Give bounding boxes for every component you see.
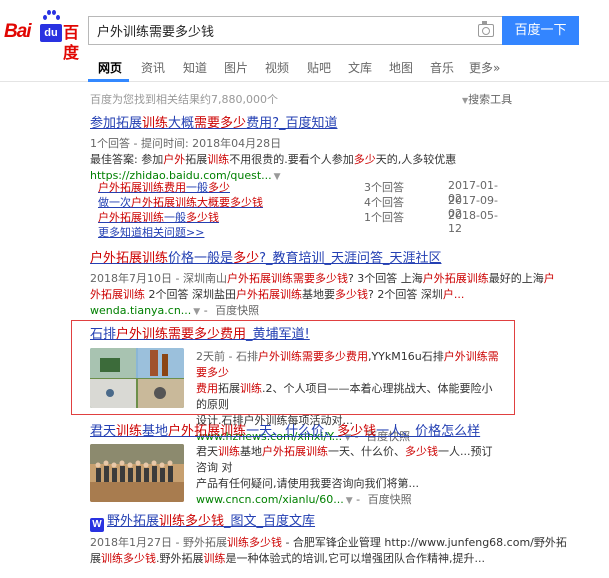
- tab-images[interactable]: 图片: [224, 59, 248, 76]
- search-button[interactable]: 百度一下: [502, 16, 579, 45]
- result-4-snippet-2: 产品有任何疑问,请使用我要咨询向我们将第...: [196, 477, 419, 490]
- result-4-url[interactable]: www.cncn.com/xianlu/60... ▼ - 百度快照: [196, 492, 501, 509]
- result-4-thumbnail[interactable]: [90, 444, 184, 502]
- tab-tieba[interactable]: 贴吧: [307, 59, 331, 76]
- result-5-snippet-2: 展训练多少钱.野外拓展训练是一种体验式的培训,它可以增强团队合作精神,提升...: [90, 552, 485, 565]
- result-3-snippet-1: 2天前 - 石排户外训练需要多少费用,YYkM16u石排户外训练需要多少: [196, 350, 499, 379]
- qa-list: 户外拓展训练费用一般多少 3个回答 2017-01-02 做一次户外拓展训练大概…: [98, 179, 508, 240]
- search-tools[interactable]: ▼搜索工具: [462, 91, 512, 107]
- result-2-snippet-1: 2018年7月10日 - 深圳南山户外拓展训练需要多少钱? 3个回答 上海户外拓…: [90, 272, 555, 285]
- result-3-snippet-2: 费用拓展训练.2、个人项目——本着心理挑战大、体能要险小的原则: [196, 382, 493, 411]
- snapshot-link[interactable]: 百度快照: [368, 493, 412, 506]
- tab-news[interactable]: 资讯: [141, 59, 165, 76]
- result-1-meta: 1个回答 - 提问时间: 2018年04月28日: [90, 137, 282, 150]
- qa-question[interactable]: 户外拓展训练费用一般多少: [98, 179, 230, 195]
- qa-answer-count: 3个回答: [364, 181, 404, 194]
- result-4-title[interactable]: 君天训练基地户外拓展训练一天、什么价、多少钱一人、价格怎么样: [90, 423, 480, 441]
- camera-icon[interactable]: [478, 21, 494, 37]
- tab-map[interactable]: 地图: [389, 59, 413, 76]
- logo-du: du: [40, 24, 62, 42]
- header: Bai du 百度 百度一下: [0, 0, 609, 62]
- result-5-snippet-1: 2018年1月27日 - 野外拓展训练多少钱 - 合肥军锋企业管理 http:/…: [90, 536, 567, 549]
- baidu-logo[interactable]: Bai du 百度: [4, 10, 86, 62]
- result-2-title[interactable]: 户外拓展训练价格一般是多少?_教育培训_天涯问答_天涯社区: [90, 250, 555, 268]
- dropdown-arrow-icon[interactable]: ▼: [346, 496, 353, 506]
- tab-video[interactable]: 视频: [265, 59, 289, 76]
- qa-row: 户外拓展训练费用一般多少 3个回答 2017-01-02: [98, 179, 508, 205]
- qa-date: 2018-05-12: [448, 209, 498, 235]
- result-1: 参加拓展训练大概需要多少费用?_百度知道 1个回答 - 提问时间: 2018年0…: [90, 115, 456, 185]
- search-input[interactable]: [89, 17, 469, 44]
- result-3: 石排户外训练需要多少费用_黄埔军道!: [90, 326, 310, 344]
- nav-tabs: 网页 资讯 知道 图片 视频 贴吧 文库 地图 音乐 更多»: [0, 52, 609, 82]
- search-box: [88, 16, 502, 45]
- result-4-body: 君天训练基地户外拓展训练一天、什么价、多少钱一人...预订咨询 对 产品有任何疑…: [196, 444, 501, 509]
- qa-row: 做一次户外拓展训练大概要多少钱 4个回答 2017-09-02: [98, 194, 508, 220]
- wenku-icon: W: [90, 518, 104, 532]
- logo-bai: Bai: [4, 21, 32, 42]
- result-2: 户外拓展训练价格一般是多少?_教育培训_天涯问答_天涯社区 2018年7月10日…: [90, 250, 555, 320]
- result-3-thumbnail[interactable]: [90, 348, 184, 408]
- qa-more-link[interactable]: 更多知道相关问题>>: [98, 224, 508, 240]
- qa-question[interactable]: 做一次户外拓展训练大概要多少钱: [98, 194, 263, 210]
- snapshot-link[interactable]: 百度快照: [215, 304, 259, 317]
- result-4-snippet-1: 君天训练基地户外拓展训练一天、什么价、多少钱一人...预订咨询 对: [196, 445, 493, 474]
- result-2-url[interactable]: wenda.tianya.cn... ▼ - 百度快照: [90, 303, 555, 320]
- paw-icon: [42, 10, 60, 23]
- result-2-snippet-2: 外拓展训练 2个回答 深圳盐田户外拓展训练基地要多少钱? 2个回答 深圳户...: [90, 288, 465, 301]
- tab-music[interactable]: 音乐: [430, 59, 454, 76]
- result-5-title[interactable]: W 野外拓展训练多少钱_图文_百度文库: [90, 513, 567, 532]
- result-5: W 野外拓展训练多少钱_图文_百度文库 2018年1月27日 - 野外拓展训练多少…: [90, 513, 567, 567]
- tab-zhidao[interactable]: 知道: [183, 59, 207, 76]
- result-1-snippet: 最佳答案: 参加户外拓展训练不用很贵的.要看个人参加多少天的,人多较优惠: [90, 153, 457, 166]
- qa-answer-count: 1个回答: [364, 211, 404, 224]
- tab-wenku[interactable]: 文库: [348, 59, 372, 76]
- result-1-title[interactable]: 参加拓展训练大概需要多少费用?_百度知道: [90, 115, 456, 133]
- qa-question[interactable]: 户外拓展训练一般多少钱: [98, 209, 219, 225]
- result-count: 百度为您找到相关结果约7,880,000个: [90, 93, 278, 106]
- qa-row: 户外拓展训练一般多少钱 1个回答 2018-05-12: [98, 209, 508, 235]
- result-3-title[interactable]: 石排户外训练需要多少费用_黄埔军道!: [90, 326, 310, 344]
- result-4: 君天训练基地户外拓展训练一天、什么价、多少钱一人、价格怎么样: [90, 423, 480, 441]
- qa-answer-count: 4个回答: [364, 196, 404, 209]
- tab-web[interactable]: 网页: [98, 59, 122, 76]
- tab-more[interactable]: 更多»: [469, 59, 500, 76]
- active-tab-indicator: [88, 79, 129, 82]
